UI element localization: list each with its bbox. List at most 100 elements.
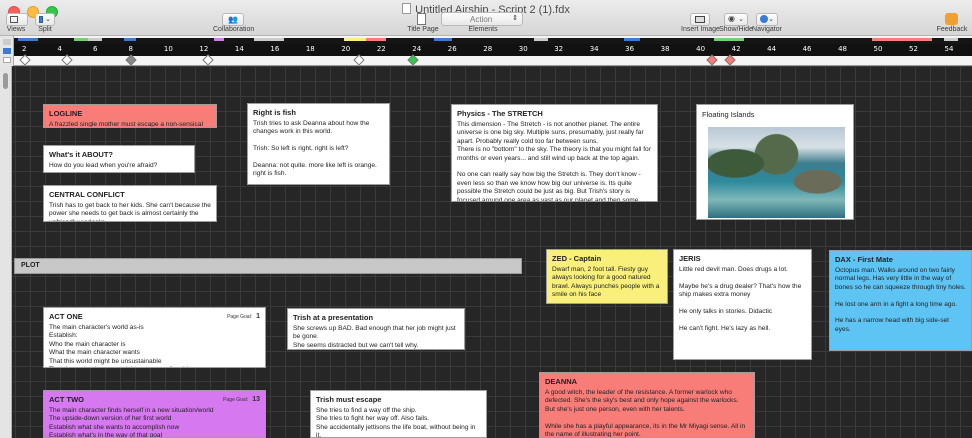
card-body: The main character's world as-is Establi… — [49, 324, 192, 367]
page-tick: 44 — [767, 45, 777, 53]
page-tick: 12 — [199, 45, 209, 53]
split-icon — [39, 16, 43, 23]
page-tick: 54 — [944, 45, 954, 53]
page-tick: 38 — [660, 45, 670, 53]
card-act-one[interactable]: ACT ONE Page Goal: 1 The main character's… — [43, 307, 266, 368]
image-icon — [695, 16, 705, 23]
card-body: The main character finds herself in a ne… — [49, 407, 214, 438]
page-tick: 24 — [412, 45, 422, 53]
card-body: Trish has to get back to her kids. She c… — [49, 202, 211, 221]
timeline[interactable]: 2 4 6 8 10 12 14 16 18 20 22 24 26 28 30 32 34 36 38 40 42 44… — [0, 36, 972, 66]
elements-value: Action — [470, 15, 493, 24]
elements-dropdown[interactable]: Action ⇕ — [441, 12, 523, 26]
insert-image-label: Insert Image — [681, 26, 720, 33]
scene-marker[interactable] — [407, 54, 419, 66]
card-jeris[interactable]: JERIS Little red devil man. Does drugs a… — [673, 249, 812, 360]
elements-label: Elements — [468, 26, 498, 33]
split-button[interactable]: ⌄ — [35, 13, 55, 26]
scene-marker[interactable] — [19, 54, 31, 66]
views-label: Views — [6, 26, 26, 33]
page-tick: 42 — [731, 45, 741, 53]
card-what-about[interactable]: What's it ABOUT? How do you lead when yo… — [43, 145, 195, 173]
page-tick: 14 — [234, 45, 244, 53]
card-title: What's it ABOUT? — [49, 150, 113, 159]
page-tick: 20 — [341, 45, 351, 53]
track-swatch — [3, 57, 11, 63]
page-tick: 26 — [447, 45, 457, 53]
show-hide-label: Show/Hide — [719, 26, 753, 33]
card-title: Trish must escape — [316, 395, 382, 404]
card-title: Floating Islands — [702, 110, 755, 119]
insert-image-button[interactable] — [690, 13, 710, 26]
card-body: Octopus man. Walks around on two fairly … — [835, 267, 966, 333]
collaboration-button[interactable]: 👥 — [222, 13, 244, 26]
compass-icon — [760, 15, 768, 23]
page-tick: 46 — [802, 45, 812, 53]
collaboration-label: Collaboration — [213, 26, 255, 33]
stepper-icon: ⇕ — [512, 15, 518, 22]
feedback-icon[interactable] — [945, 13, 958, 25]
page-tick: 48 — [838, 45, 847, 53]
card-zed[interactable]: ZED - Captain Dwarf man, 2 foot tall. Fi… — [546, 249, 668, 304]
card-dax[interactable]: DAX - First Mate Octopus man. Walks arou… — [829, 250, 972, 351]
page-tick: 8 — [128, 45, 133, 53]
split-label: Split — [38, 26, 52, 33]
card-deanna[interactable]: DEANNA A good witch, the leader of the r… — [539, 372, 755, 438]
card-title: ZED - Captain — [552, 254, 602, 263]
vertical-scrollbar[interactable] — [0, 66, 12, 438]
page-tick: 52 — [909, 45, 918, 53]
card-trish-presentation[interactable]: Trish at a presentation She screws up BA… — [287, 308, 465, 350]
track-swatch — [3, 39, 11, 45]
card-title: CENTRAL CONFLICT — [49, 190, 125, 199]
feedback-label: Feedback — [936, 26, 968, 33]
page-tick: 6 — [92, 45, 98, 53]
page-tick: 36 — [625, 45, 635, 53]
card-trish-escape[interactable]: Trish must escape She tries to find a wa… — [310, 390, 487, 438]
title-page-label: Title Page — [407, 26, 439, 33]
card-body: A good witch, the leader of the resistan… — [545, 389, 746, 438]
corkboard[interactable]: LOGLINE A frazzled single mother must es… — [0, 66, 972, 438]
timeline-track-labels — [0, 36, 14, 66]
views-icon — [10, 16, 18, 23]
scene-marker[interactable] — [724, 54, 736, 66]
card-body: She tries to find a way off the ship. Sh… — [316, 407, 476, 438]
card-title: DEANNA — [545, 377, 578, 386]
chevron-down-icon: ⌄ — [45, 16, 51, 23]
eye-icon: ◉ — [728, 14, 735, 23]
page-tick: 18 — [305, 45, 315, 53]
show-hide-button[interactable]: ◉ ⌄ — [724, 13, 748, 26]
card-logline[interactable]: LOGLINE A frazzled single mother must es… — [43, 104, 217, 128]
scrollbar-thumb[interactable] — [3, 73, 8, 89]
chevron-down-icon: ⌄ — [768, 16, 774, 23]
card-body: How do you lead when you're afraid? — [49, 162, 158, 169]
card-body: She screws up BAD. Bad enough that her j… — [293, 325, 456, 349]
title-page-icon[interactable] — [417, 13, 426, 25]
card-title: LOGLINE — [49, 109, 83, 118]
navigator-label: Navigator — [752, 26, 782, 33]
card-act-two[interactable]: ACT TWO Page Goal: 13 The main character … — [43, 390, 266, 438]
track-swatch — [3, 48, 11, 54]
card-physics-stretch[interactable]: Physics - The STRETCH This dimension - T… — [451, 104, 658, 202]
page-tick: 34 — [589, 45, 599, 53]
card-body: Little red devil man. Does drugs a lot. … — [679, 266, 802, 332]
card-body: Dwarf man, 2 foot tall. Fiesty guy alway… — [552, 266, 662, 299]
card-title: JERIS — [679, 254, 701, 263]
page-tick: 40 — [696, 45, 706, 53]
scene-marker[interactable] — [202, 54, 214, 66]
scene-marker[interactable] — [61, 54, 73, 66]
navigator-button[interactable]: ⌄ — [756, 13, 778, 26]
scene-marker[interactable] — [706, 54, 718, 66]
card-title: Trish at a presentation — [293, 313, 374, 322]
window-toolbar: Untitled Airship - Script 2 (1).fdx View… — [0, 0, 972, 36]
card-right-is-fish[interactable]: Right is fish Trish tries to ask Deanna … — [247, 103, 390, 185]
page-tick: 30 — [518, 45, 528, 53]
floating-islands-image — [708, 127, 845, 218]
card-title: Physics - The STRETCH — [457, 109, 543, 118]
plot-section-header[interactable]: PLOT — [14, 258, 522, 274]
card-floating-islands[interactable]: Floating Islands — [696, 104, 854, 220]
views-button[interactable] — [6, 13, 28, 26]
scene-marker[interactable] — [125, 54, 137, 66]
card-central-conflict[interactable]: CENTRAL CONFLICT Trish has to get back t… — [43, 185, 217, 222]
page-tick: 2 — [22, 45, 27, 53]
scene-marker[interactable] — [353, 54, 365, 66]
